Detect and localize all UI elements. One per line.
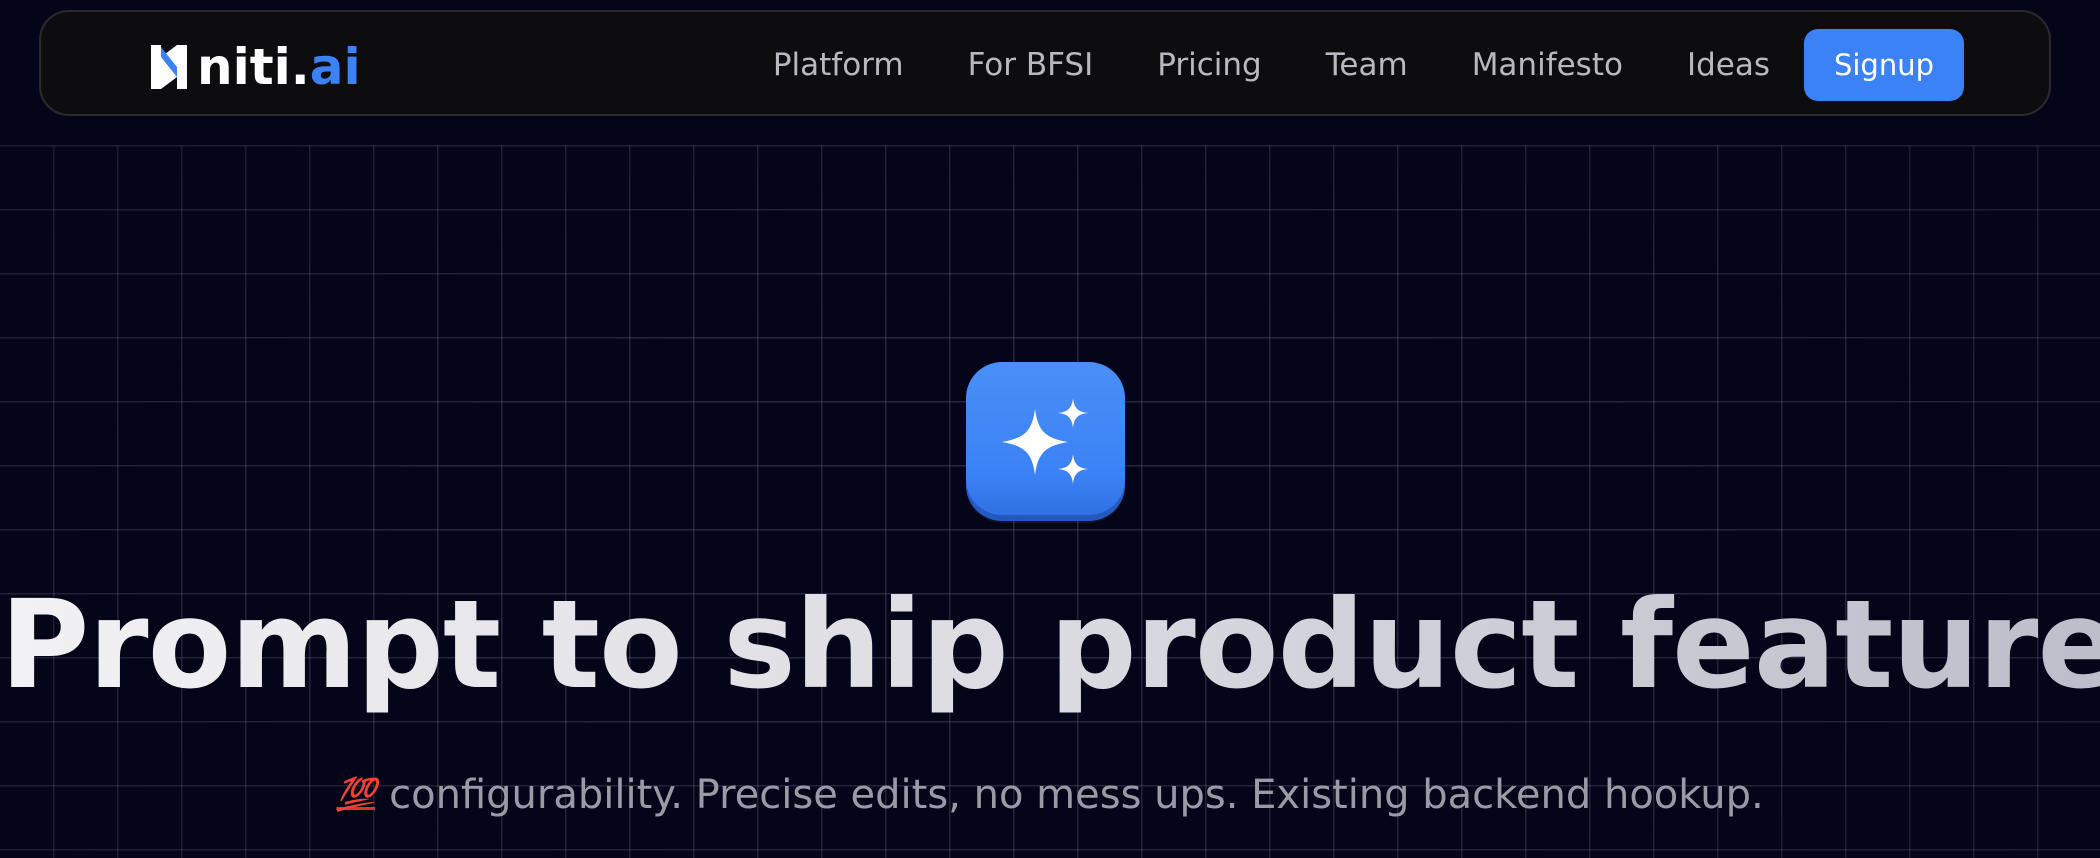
- top-navbar: niti.ai Platform For BFSI Pricing Team M…: [39, 10, 2051, 116]
- nav-links: Platform For BFSI Pricing Team Manifesto…: [773, 12, 2049, 118]
- sparkles-icon: [1002, 398, 1088, 484]
- signup-button[interactable]: Signup: [1804, 29, 1964, 101]
- nav-ideas[interactable]: Ideas: [1687, 47, 1770, 83]
- hero-headline-text: Prompt to ship product features: [0, 574, 2100, 716]
- hero-subline: 💯 configurability. Precise edits, no mess…: [0, 766, 2100, 823]
- nav-platform[interactable]: Platform: [773, 47, 904, 83]
- nav-team[interactable]: Team: [1326, 47, 1408, 83]
- nav-for-bfsi[interactable]: For BFSI: [968, 47, 1094, 83]
- hero-headline: Prompt to ship product features: [0, 570, 2100, 720]
- landing-page: niti.ai Platform For BFSI Pricing Team M…: [0, 0, 2100, 858]
- hero-subline-text: configurability. Precise edits, no mess …: [389, 772, 1764, 818]
- hundred-points-emoji: 💯: [336, 775, 376, 813]
- niti-ai-logo[interactable]: niti.ai: [147, 42, 361, 92]
- niti-logo-icon: [151, 45, 187, 89]
- sparkles-icon-tile: [966, 362, 1125, 521]
- nav-manifesto[interactable]: Manifesto: [1472, 47, 1623, 83]
- nav-pricing[interactable]: Pricing: [1157, 47, 1262, 83]
- logo-wordmark: niti.ai: [197, 38, 361, 96]
